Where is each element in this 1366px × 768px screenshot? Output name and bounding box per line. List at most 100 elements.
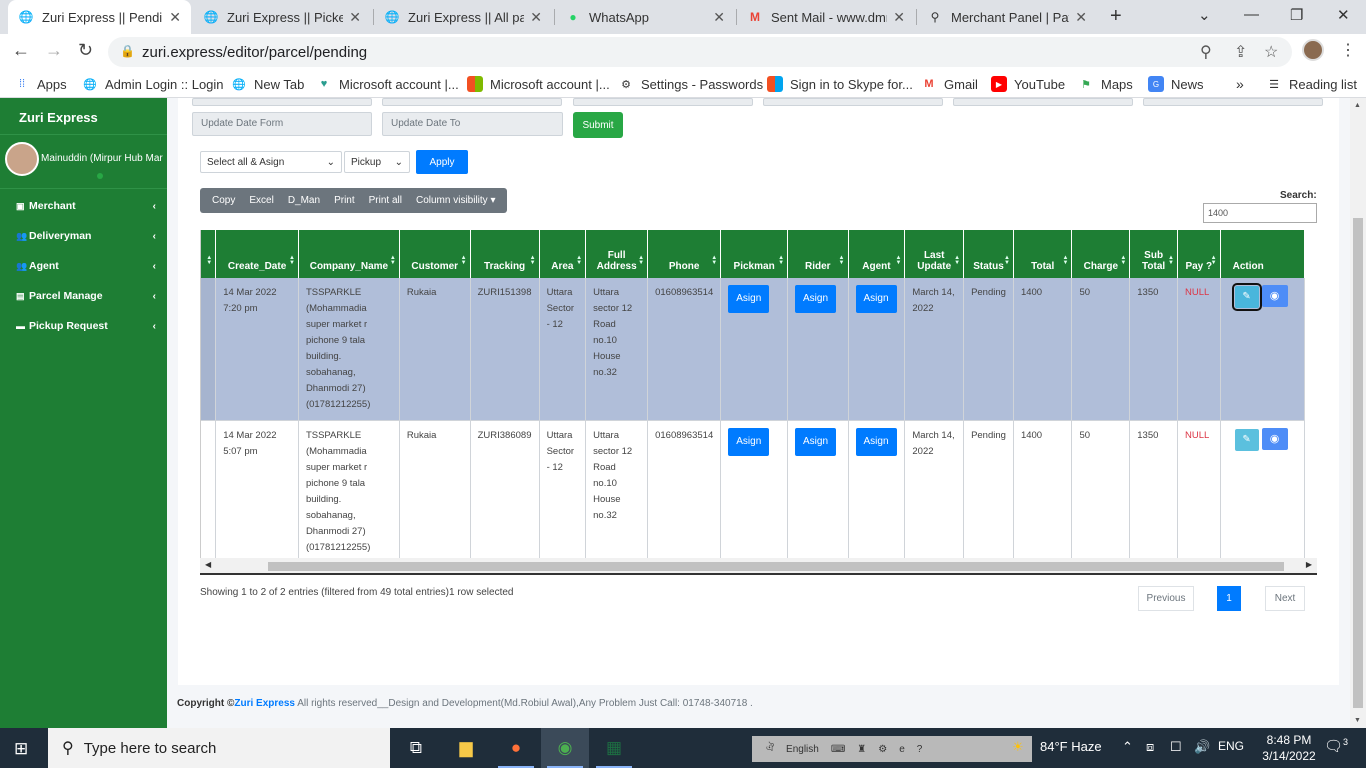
table-horizontal-scrollbar[interactable]: ◀ ▶ (200, 558, 1317, 575)
reload-icon[interactable]: ↻ (78, 40, 93, 61)
language-bar[interactable]: ঐ English ⌨ ♜ ⚙ e ? (752, 736, 1032, 762)
footer-brand-link[interactable]: Zuri Express (234, 698, 295, 709)
sidebar-item-parcel-manage[interactable]: ▤ Parcel Manage ‹ (16, 290, 156, 302)
submit-button[interactable]: Submit (573, 112, 623, 138)
update-date-to-input[interactable]: Update Date To (382, 112, 563, 136)
assign-pickman-button[interactable]: Asign (728, 285, 770, 313)
column-header[interactable]: Pay ? ▲ ▼ (1177, 230, 1221, 278)
print-button[interactable]: Print (327, 195, 362, 206)
tab-gmail-sent[interactable]: M Sent Mail - www.dmm ✕ (737, 0, 915, 34)
sidebar-item-pickup-request[interactable]: ▬ Pickup Request ‹ (16, 320, 156, 332)
search-input[interactable]: 1400 (1203, 203, 1317, 223)
brand-name[interactable]: Zuri Express (19, 110, 98, 125)
column-header[interactable]: Area ▲ ▼ (539, 230, 587, 278)
assign-rider-button[interactable]: Asign (795, 428, 837, 456)
filter-input-partial[interactable] (763, 98, 943, 106)
system-clock[interactable]: 8:48 PM 3/14/2022 (1258, 732, 1320, 764)
column-header[interactable]: Create_Date ▲ ▼ (215, 230, 299, 278)
firefox-icon[interactable]: ● (492, 728, 540, 768)
column-visibility-button[interactable]: Column visibility ▾ (409, 195, 502, 206)
apply-button[interactable]: Apply (416, 150, 468, 174)
taskbar-search-box[interactable]: ⚲ Type here to search (48, 728, 390, 768)
update-date-from-input[interactable]: Update Date Form (192, 112, 372, 136)
forward-arrow-icon[interactable]: → (45, 40, 63, 61)
previous-page-button[interactable]: Previous (1138, 586, 1194, 611)
volume-icon[interactable]: 🔊 (1194, 739, 1210, 755)
scroll-up-icon[interactable]: ▲ (1354, 102, 1361, 109)
scrollbar-thumb[interactable] (1353, 218, 1363, 708)
column-header[interactable]: Total ▲ ▼ (1013, 230, 1073, 278)
filter-input-partial[interactable] (573, 98, 753, 106)
sidebar-item-deliveryman[interactable]: 👥 Deliveryman ‹ (16, 230, 156, 242)
bookmark-skype[interactable]: Sign in to Skype for... (767, 76, 913, 92)
bookmark-gmail[interactable]: M Gmail (921, 76, 978, 92)
view-eye-icon[interactable]: ◉ (1261, 285, 1288, 307)
column-header[interactable]: Pickman ▲ ▼ (720, 230, 789, 278)
print-all-button[interactable]: Print all (362, 195, 409, 206)
close-icon[interactable]: ✕ (893, 9, 905, 26)
bookmark-new-tab[interactable]: 🌐 New Tab (231, 76, 304, 92)
tab-search-icon[interactable]: ⌄ (1198, 6, 1211, 24)
table-row[interactable]: 14 Mar 2022 7:20 pm TSSPARKLE (Mohammadi… (201, 278, 1306, 421)
restore-icon[interactable]: ❐ (1290, 6, 1303, 24)
column-header[interactable]: Agent ▲ ▼ (848, 230, 906, 278)
weather-icon[interactable]: ☀ (1012, 739, 1024, 755)
user-name[interactable]: Mainuddin (Mirpur Hub Mar (41, 153, 165, 164)
close-icon[interactable]: ✕ (349, 9, 361, 26)
parcel-table-wrapper[interactable]: I▲▼ Create_Date▲▼ Company_Name▲▼ Custome… (200, 230, 1317, 558)
copy-button[interactable]: Copy (205, 195, 242, 206)
filter-input-partial[interactable] (1143, 98, 1323, 106)
close-icon[interactable]: ✕ (169, 9, 181, 26)
column-header[interactable]: Full Address ▲ ▼ (585, 230, 649, 278)
bookmark-news[interactable]: G News (1148, 76, 1204, 92)
scroll-down-icon[interactable]: ▼ (1354, 717, 1361, 724)
bookmarks-overflow-button[interactable]: » (1236, 76, 1244, 92)
view-eye-icon[interactable]: ◉ (1261, 428, 1288, 450)
bookmark-microsoft-account-1[interactable]: ♥ Microsoft account |... (316, 76, 459, 92)
close-icon[interactable]: ✕ (1075, 9, 1087, 26)
scrollbar-thumb[interactable] (268, 562, 1284, 571)
bookmark-maps[interactable]: ⚑ Maps (1078, 76, 1133, 92)
scroll-right-icon[interactable]: ▶ (1306, 560, 1312, 569)
column-header[interactable]: Customer ▲ ▼ (399, 230, 471, 278)
show-hidden-icons[interactable]: ⌃ (1122, 739, 1133, 755)
windows-start-icon[interactable]: ⊞ (14, 739, 28, 759)
back-arrow-icon[interactable]: ← (12, 40, 30, 61)
sidebar-item-merchant[interactable]: ▣ Merchant ‹ (16, 200, 156, 212)
zoom-icon[interactable]: ⚲ (1200, 42, 1212, 62)
page-1-button[interactable]: 1 (1217, 586, 1241, 611)
sidebar-item-agent[interactable]: 👥 Agent ‹ (16, 260, 156, 272)
column-header[interactable]: Phone ▲ ▼ (647, 230, 722, 278)
edit-pencil-icon[interactable]: ✎ (1234, 429, 1259, 451)
column-header[interactable]: I▲▼ (201, 230, 217, 278)
profile-avatar[interactable] (1302, 39, 1324, 61)
notifications-icon[interactable]: 🗨3 (1324, 737, 1348, 755)
tab-zuri-pending[interactable]: 🌐 Zuri Express || Pending ✕ (8, 0, 191, 34)
close-icon[interactable]: ✕ (713, 9, 725, 26)
d-man-button[interactable]: D_Man (281, 195, 327, 206)
bookmark-admin-login[interactable]: 🌐 Admin Login :: Login (82, 76, 223, 92)
table-row[interactable]: 14 Mar 2022 5:07 pm TSSPARKLE (Mohammadi… (201, 420, 1306, 558)
column-header[interactable]: Company_Name ▲ ▼ (298, 230, 400, 278)
weather-text[interactable]: 84°F Haze (1040, 739, 1102, 754)
assign-pickman-button[interactable]: Asign (728, 428, 770, 456)
assign-agent-button[interactable]: Asign (855, 428, 897, 456)
assign-rider-button[interactable]: Asign (795, 285, 837, 313)
filter-input-partial[interactable] (192, 98, 372, 106)
scroll-left-icon[interactable]: ◀ (205, 560, 211, 569)
address-bar[interactable]: 🔒 zuri.express/editor/parcel/pending ⚲ ⇪… (108, 37, 1292, 67)
chrome-menu-icon[interactable]: ⋮ (1340, 40, 1356, 60)
column-header[interactable]: Sub Total ▲ ▼ (1129, 230, 1178, 278)
share-icon[interactable]: ⇪ (1234, 42, 1247, 62)
filter-input-partial[interactable] (953, 98, 1133, 106)
column-header[interactable]: Last Update ▲ ▼ (904, 230, 965, 278)
edit-pencil-icon[interactable]: ✎ (1231, 283, 1262, 311)
page-vertical-scrollbar[interactable]: ▲ ▼ (1350, 98, 1366, 728)
minimize-icon[interactable]: — (1244, 6, 1259, 23)
bookmark-youtube[interactable]: ▶ YouTube (991, 76, 1065, 92)
close-window-icon[interactable]: ✕ (1337, 6, 1350, 24)
tab-whatsapp[interactable]: ● WhatsApp ✕ (555, 0, 735, 34)
bookmark-microsoft-account-2[interactable]: Microsoft account |... (467, 76, 610, 92)
column-header[interactable]: Rider ▲ ▼ (787, 230, 849, 278)
bookmark-star-icon[interactable]: ☆ (1264, 42, 1278, 62)
